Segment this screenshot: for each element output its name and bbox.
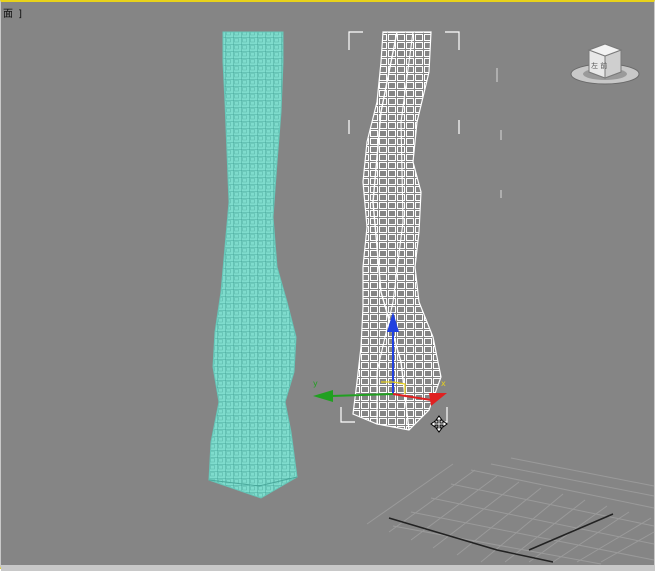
move-cursor-icon — [430, 415, 448, 433]
viewcube-face-label: 左 前 — [591, 61, 607, 70]
viewcube-icon[interactable]: 左 前 — [567, 36, 643, 88]
viewport-scene[interactable]: y x — [1, 2, 655, 571]
home-grid — [366, 457, 655, 565]
perspective-viewport[interactable]: 面 ] y x 左 前 — [0, 0, 655, 571]
viewport-bottom-strip — [1, 565, 655, 571]
twisted-tower-wireframe — [352, 31, 442, 431]
viewport-tick-marks — [496, 68, 502, 198]
home-grid-axes — [388, 513, 614, 563]
gizmo-axis-label-y: y — [313, 379, 318, 388]
twisted-tower-shaded — [208, 31, 298, 499]
gizmo-axis-label-x: x — [441, 379, 446, 388]
